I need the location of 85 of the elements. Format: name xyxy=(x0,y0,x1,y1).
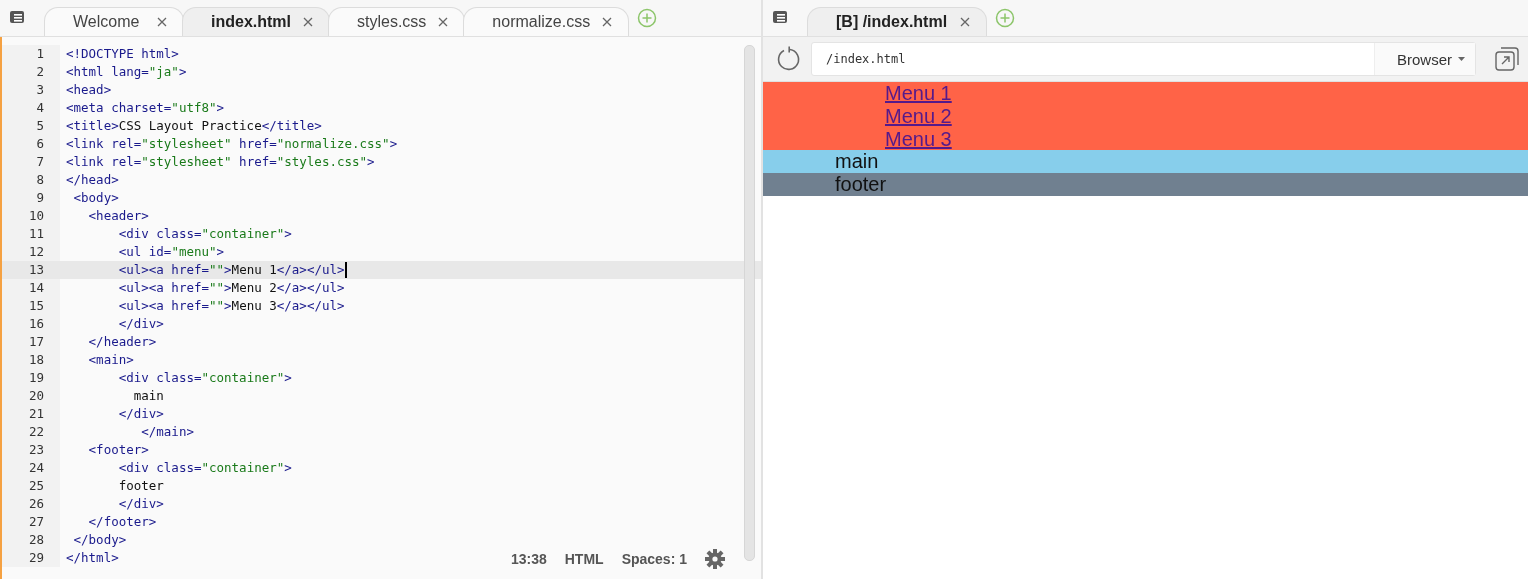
settings-icon[interactable] xyxy=(705,549,725,569)
close-icon[interactable] xyxy=(303,17,313,27)
line-number: 18 xyxy=(2,351,60,369)
line-number: 16 xyxy=(2,315,60,333)
line-number: 27 xyxy=(2,513,60,531)
line-number: 19 xyxy=(2,369,60,387)
code-line: <link rel="stylesheet" href="styles.css"> xyxy=(65,153,375,171)
file-tab[interactable]: styles.css xyxy=(328,7,466,36)
main-text: main xyxy=(835,150,879,172)
code-line: <div class="container"> xyxy=(117,225,292,243)
line-number: 9 xyxy=(2,189,60,207)
code-line: </header> xyxy=(87,333,157,351)
line-number: 2 xyxy=(2,63,60,81)
caret-icon xyxy=(1458,57,1465,61)
close-icon[interactable] xyxy=(602,17,613,27)
line-number: 21 xyxy=(2,405,60,423)
code-line: </body> xyxy=(72,531,127,549)
line-number: 24 xyxy=(2,459,60,477)
code-line: </div> xyxy=(117,405,164,423)
line-number: 15 xyxy=(2,297,60,315)
indent-setting[interactable]: Spaces: 1 xyxy=(621,551,687,567)
code-line: <ul id="menu"> xyxy=(117,243,225,261)
code-line: </footer> xyxy=(87,513,157,531)
file-tab[interactable]: normalize.css xyxy=(463,7,630,36)
code-line: <div class="container"> xyxy=(117,459,292,477)
line-number: 4 xyxy=(2,99,60,117)
browser-dropdown[interactable]: Browser xyxy=(1374,43,1475,75)
code-line: <footer> xyxy=(87,441,149,459)
line-number: 8 xyxy=(2,171,60,189)
code-line: </div> xyxy=(117,495,164,513)
footer-text: footer xyxy=(835,173,887,195)
code-line: <ul><a href="">Menu 3</a></ul> xyxy=(117,297,345,315)
code-line: <title>CSS Layout Practice</title> xyxy=(65,117,322,135)
menu-icon[interactable] xyxy=(8,8,26,26)
reload-icon[interactable] xyxy=(775,46,801,72)
menu-icon[interactable] xyxy=(771,8,789,26)
scrollbar[interactable] xyxy=(744,45,755,561)
address-field[interactable]: /index.html Browser xyxy=(811,42,1476,76)
file-tab[interactable]: index.html xyxy=(182,7,330,36)
code-line: <html lang="ja"> xyxy=(65,63,187,81)
popout-icon[interactable] xyxy=(1494,46,1520,72)
code-line: <!DOCTYPE html> xyxy=(65,45,179,63)
line-number: 25 xyxy=(2,477,60,495)
line-number: 17 xyxy=(2,333,60,351)
line-number: 23 xyxy=(2,441,60,459)
close-icon[interactable] xyxy=(438,17,449,27)
line-number: 5 xyxy=(2,117,60,135)
line-number: 6 xyxy=(2,135,60,153)
close-icon[interactable] xyxy=(960,17,970,27)
menu-link[interactable]: Menu 2 xyxy=(885,104,952,128)
text-cursor xyxy=(344,262,347,278)
line-number: 29 xyxy=(2,549,60,567)
code-line: <head> xyxy=(65,81,112,99)
menu-link[interactable]: Menu 1 xyxy=(885,81,952,105)
line-number: 10 xyxy=(2,207,60,225)
line-number: 7 xyxy=(2,153,60,171)
line-number: 12 xyxy=(2,243,60,261)
code-line: <body> xyxy=(72,189,119,207)
code-line: </head> xyxy=(65,171,119,189)
code-line: </div> xyxy=(117,315,164,333)
code-line: </html> xyxy=(65,549,119,567)
file-tab[interactable]: [B] /index.html xyxy=(807,7,987,36)
code-line: <div class="container"> xyxy=(117,369,292,387)
code-line: <meta charset="utf8"> xyxy=(65,99,225,117)
code-line: <main> xyxy=(87,351,134,369)
cursor-position: 13:38 xyxy=(510,551,547,567)
file-tab[interactable]: Welcome xyxy=(44,7,184,36)
line-number: 1 xyxy=(2,45,60,63)
code-line: footer xyxy=(117,477,164,495)
code-line: <ul><a href="">Menu 2</a></ul> xyxy=(117,279,345,297)
code-line: </main> xyxy=(140,423,194,441)
line-number: 26 xyxy=(2,495,60,513)
code-line: <ul><a href="">Menu 1</a></ul> xyxy=(117,261,347,279)
close-icon[interactable] xyxy=(157,17,167,27)
line-number: 11 xyxy=(2,225,60,243)
line-number: 20 xyxy=(2,387,60,405)
line-number: 22 xyxy=(2,423,60,441)
code-line: <header> xyxy=(87,207,149,225)
code-line: <link rel="stylesheet" href="normalize.css"> xyxy=(65,135,398,153)
line-number: 14 xyxy=(2,279,60,297)
line-number: 28 xyxy=(2,531,60,549)
menu-link[interactable]: Menu 3 xyxy=(885,127,952,151)
language-mode[interactable]: HTML xyxy=(564,551,604,567)
code-line: main xyxy=(132,387,164,405)
line-number: 3 xyxy=(2,81,60,99)
